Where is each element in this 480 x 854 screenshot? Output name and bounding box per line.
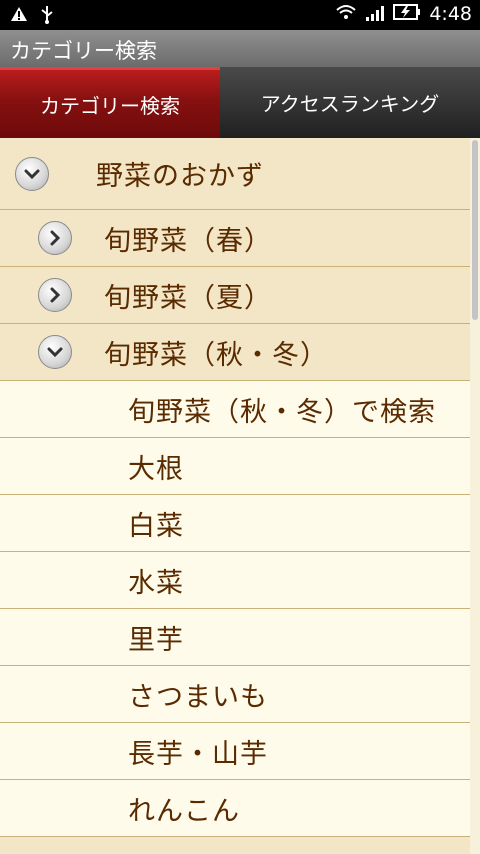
item-label: さつまいも — [128, 681, 268, 713]
battery-charging-icon — [393, 3, 421, 25]
list-item-partial — [0, 837, 470, 854]
list-item[interactable]: 大根 — [0, 438, 470, 495]
subcategory-label: 旬野菜（夏） — [104, 282, 272, 314]
list-item[interactable]: れんこん — [0, 780, 470, 837]
list-item[interactable]: 里芋 — [0, 609, 470, 666]
item-label: 大根 — [128, 453, 184, 485]
title-bar: カテゴリー検索 — [0, 30, 480, 68]
item-label: 旬野菜（秋・冬）で検索 — [128, 396, 436, 428]
clock: 4:48 — [429, 3, 472, 25]
wifi-icon — [335, 3, 357, 25]
status-bar: 4:48 — [0, 0, 480, 30]
subcategory-row-summer[interactable]: 旬野菜（夏） — [0, 267, 470, 324]
category-row-vegetable-dishes[interactable]: 野菜のおかず — [0, 138, 470, 210]
tab-access-ranking[interactable]: アクセスランキング — [220, 67, 480, 138]
tab-category-search[interactable]: カテゴリー検索 — [0, 67, 220, 138]
item-label: 里芋 — [128, 624, 184, 656]
item-label: 白菜 — [128, 510, 184, 542]
item-label: れんこん — [128, 795, 240, 827]
scrollbar-thumb[interactable] — [472, 140, 478, 320]
list-item[interactable]: 白菜 — [0, 495, 470, 552]
list-item[interactable]: 水菜 — [0, 552, 470, 609]
subcategory-row-spring[interactable]: 旬野菜（春） — [0, 210, 470, 267]
category-label: 野菜のおかず — [96, 161, 264, 192]
list-item-search-all[interactable]: 旬野菜（秋・冬）で検索 — [0, 381, 470, 438]
chevron-right-icon — [38, 278, 72, 312]
list-item[interactable]: 長芋・山芋 — [0, 723, 470, 780]
subcategory-label: 旬野菜（秋・冬） — [104, 339, 328, 371]
subcategory-label: 旬野菜（春） — [104, 225, 272, 257]
subcategory-row-autumn-winter[interactable]: 旬野菜（秋・冬） — [0, 324, 470, 381]
list-item[interactable]: さつまいも — [0, 666, 470, 723]
item-label: 水菜 — [128, 567, 184, 599]
tab-bar: カテゴリー検索 アクセスランキング — [0, 67, 480, 138]
chevron-down-icon — [38, 335, 72, 369]
warning-icon — [10, 6, 28, 26]
category-list: 野菜のおかず 旬野菜（春） 旬野菜（夏） 旬野菜（秋・冬） 旬野菜（秋・冬）で検… — [0, 138, 480, 854]
usb-icon — [40, 4, 54, 28]
signal-icon — [365, 3, 385, 25]
chevron-right-icon — [38, 221, 72, 255]
chevron-down-icon — [15, 156, 49, 191]
page-title: カテゴリー検索 — [10, 39, 157, 63]
item-label: 長芋・山芋 — [128, 738, 268, 770]
